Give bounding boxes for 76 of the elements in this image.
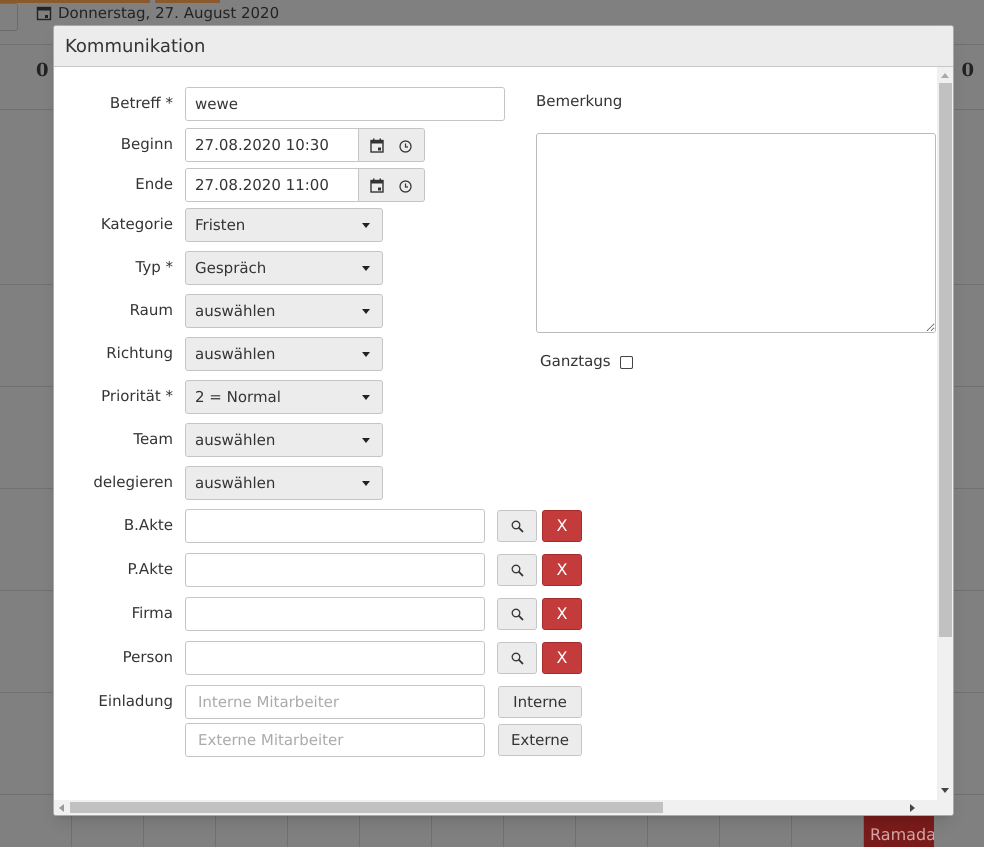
- field-label: Beginn: [120, 134, 173, 155]
- caret-icon: [362, 480, 370, 486]
- date-title: Donnerstag, 27. August 2020: [58, 4, 280, 22]
- clear-button[interactable]: X: [542, 598, 582, 630]
- caret-icon: [362, 394, 370, 400]
- field-label: Team: [132, 429, 173, 450]
- scroll-down-icon[interactable]: [941, 788, 949, 793]
- vertical-scrollbar[interactable]: [937, 67, 953, 815]
- remark-field[interactable]: [536, 132, 936, 332]
- field-label: Typ *: [134, 257, 173, 278]
- field-label: delegieren: [92, 472, 173, 493]
- invite-button[interactable]: Externe: [498, 724, 582, 756]
- lookup-field[interactable]: [185, 553, 485, 587]
- search-icon: [510, 564, 524, 576]
- clock-icon: [399, 180, 412, 192]
- dropdown[interactable]: auswählen: [185, 337, 383, 371]
- datetime-field[interactable]: 27.08.2020 10:30: [185, 128, 359, 162]
- lookup-field[interactable]: [185, 597, 485, 631]
- caret-icon: [362, 266, 370, 270]
- field-label: Raum: [128, 300, 173, 321]
- clear-button[interactable]: X: [542, 642, 582, 674]
- clear-button[interactable]: X: [542, 554, 582, 586]
- field-label: Priorität *: [100, 386, 173, 407]
- calendar-icon: [370, 178, 384, 192]
- search-button[interactable]: [497, 510, 537, 542]
- text-field[interactable]: wewe: [185, 87, 505, 121]
- field-label: Betreff *: [108, 93, 173, 114]
- search-button[interactable]: [497, 642, 537, 674]
- field-label: Firma: [130, 603, 173, 624]
- previous-button[interactable]: [0, 3, 18, 31]
- caret-icon: [362, 352, 370, 356]
- scroll-left-icon[interactable]: [59, 804, 64, 812]
- horizontal-scrollbar[interactable]: [54, 800, 937, 815]
- calendar-icon: [36, 5, 52, 21]
- search-button[interactable]: [497, 554, 537, 586]
- scroll-right-icon[interactable]: [910, 804, 915, 812]
- clock-icon: [399, 140, 412, 152]
- scrollbar-thumb[interactable]: [938, 83, 952, 637]
- dropdown[interactable]: auswählen: [185, 294, 383, 328]
- field-label: Einladung: [97, 691, 173, 712]
- calendar-event[interactable]: Ramada: [864, 815, 934, 847]
- checkbox-label: Ganztags: [540, 350, 611, 372]
- field-label: P.Akte: [126, 559, 173, 580]
- field-label: Person: [122, 647, 173, 668]
- dropdown[interactable]: auswählen: [185, 466, 383, 500]
- allday-checkbox[interactable]: [620, 356, 633, 369]
- lookup-field[interactable]: [185, 509, 485, 543]
- field-label: Ende: [134, 174, 173, 195]
- caret-icon: [362, 222, 370, 228]
- field-label: Bemerkung: [536, 91, 624, 112]
- field-label: B.Akte: [122, 515, 173, 536]
- caret-icon: [362, 438, 370, 442]
- search-icon: [510, 652, 524, 664]
- clear-button[interactable]: X: [542, 510, 582, 542]
- dropdown[interactable]: 2 = Normal: [185, 380, 383, 414]
- field-label: Richtung: [105, 343, 173, 364]
- column-header: 0: [36, 58, 49, 82]
- lookup-field[interactable]: [185, 641, 485, 675]
- calendar-icon: [370, 138, 384, 152]
- dialog-title: Kommunikation: [65, 34, 206, 58]
- caret-icon: [362, 308, 370, 314]
- dropdown[interactable]: auswählen: [185, 423, 383, 457]
- invite-field[interactable]: Interne Mitarbeiter: [185, 685, 485, 719]
- column-header: 0: [961, 58, 974, 82]
- scroll-up-icon[interactable]: [941, 73, 949, 78]
- datetime-field[interactable]: 27.08.2020 11:00: [185, 168, 359, 202]
- field-label: Kategorie: [100, 214, 173, 235]
- invite-button[interactable]: Interne: [498, 686, 582, 718]
- event-bar: [155, 0, 220, 3]
- search-button[interactable]: [497, 598, 537, 630]
- search-icon: [510, 520, 524, 532]
- search-icon: [510, 608, 524, 620]
- dropdown[interactable]: Gespräch: [185, 251, 383, 285]
- dropdown[interactable]: Fristen: [185, 208, 383, 242]
- scrollbar-thumb[interactable]: [70, 802, 663, 813]
- invite-field[interactable]: Externe Mitarbeiter: [185, 723, 485, 757]
